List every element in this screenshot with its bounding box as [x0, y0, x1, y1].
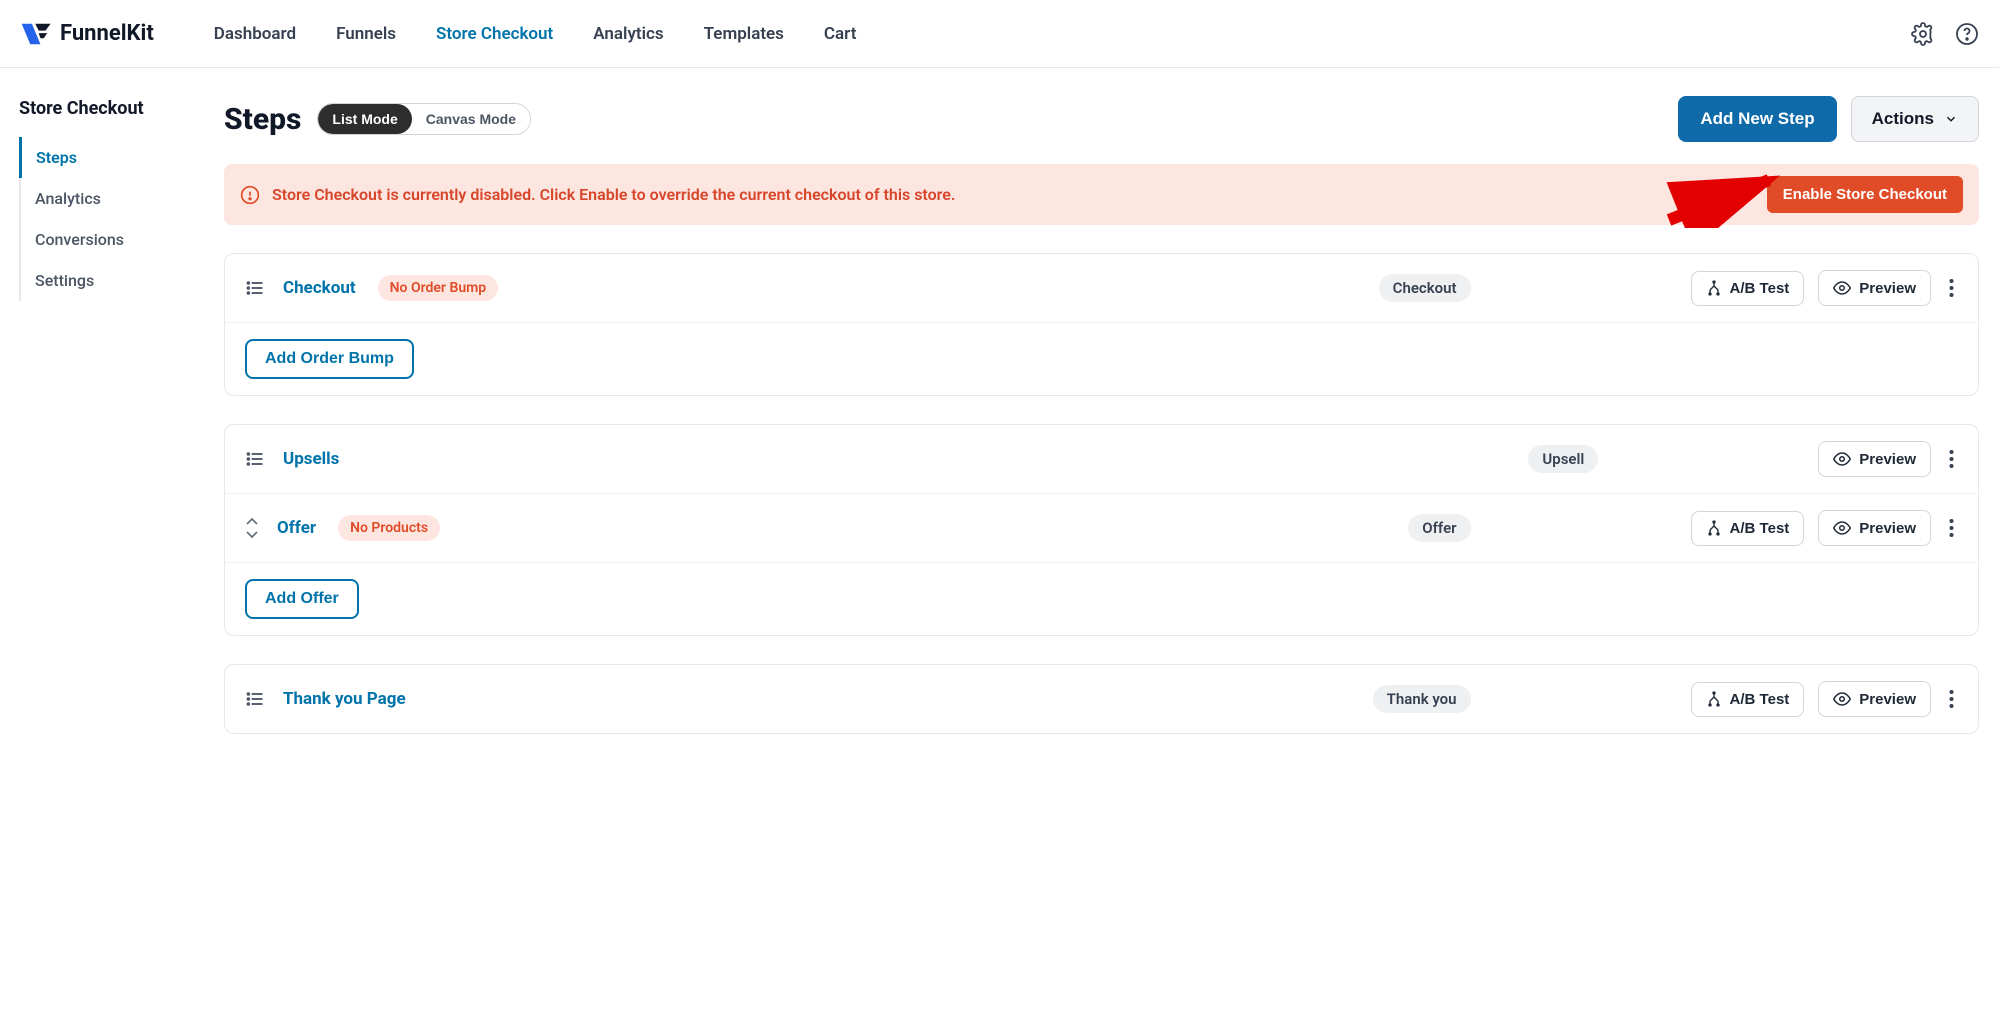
info-warning-icon	[240, 185, 260, 205]
add-order-bump-button[interactable]: Add Order Bump	[245, 339, 414, 379]
sidebar-item-settings[interactable]: Settings	[21, 260, 210, 301]
nav-item-store-checkout[interactable]: Store Checkout	[436, 24, 553, 44]
eye-icon	[1833, 690, 1851, 708]
step-card: Checkout No Order Bump Checkout A/B Test Pre…	[224, 253, 1979, 396]
page-title: Steps	[224, 102, 301, 137]
row-actions: A/B Test Preview	[1691, 270, 1958, 306]
row-actions: A/B Test Preview	[1691, 510, 1958, 546]
step-type-badge: Checkout	[1379, 274, 1471, 302]
warning-badge: No Order Bump	[378, 275, 499, 301]
alert-text: Store Checkout is currently disabled. Cl…	[272, 185, 955, 204]
more-menu-icon[interactable]	[1945, 518, 1958, 538]
eye-icon	[1833, 450, 1851, 468]
nav-item-funnels[interactable]: Funnels	[336, 24, 396, 44]
chevron-down-icon	[1944, 112, 1958, 126]
sidebar-items: StepsAnalyticsConversionsSettings	[19, 137, 210, 301]
step-row: Offer No Products Offer A/B Test Preview	[225, 494, 1978, 563]
main-content: Steps List Mode Canvas Mode Add New Step…	[210, 68, 1999, 802]
drag-handle-icon[interactable]	[245, 689, 265, 709]
ab-test-icon	[1706, 520, 1722, 536]
add-offer-button[interactable]: Add Offer	[245, 579, 359, 619]
sidebar-item-analytics[interactable]: Analytics	[21, 178, 210, 219]
step-row: Thank you Page Thank you A/B Test Preview	[225, 665, 1978, 733]
step-row: Checkout No Order Bump Checkout A/B Test Pre…	[225, 254, 1978, 323]
nav-item-analytics[interactable]: Analytics	[593, 24, 663, 44]
step-name-link[interactable]: Offer	[277, 518, 316, 538]
row-actions: A/B Test Preview	[1691, 681, 1958, 717]
step-type-badge: Offer	[1408, 514, 1470, 542]
step-type-badge: Thank you	[1373, 685, 1471, 713]
eye-icon	[1833, 279, 1851, 297]
card-footer: Add Offer	[225, 563, 1978, 635]
add-new-step-button[interactable]: Add New Step	[1678, 96, 1836, 142]
row-actions: Preview	[1818, 441, 1958, 477]
settings-gear-icon[interactable]	[1911, 22, 1935, 46]
step-name-link[interactable]: Thank you Page	[283, 689, 406, 709]
drag-handle-icon[interactable]	[245, 449, 265, 469]
reorder-handle-icon[interactable]	[245, 517, 259, 539]
preview-button[interactable]: Preview	[1818, 270, 1931, 306]
nav-item-cart[interactable]: Cart	[824, 24, 857, 44]
sidebar-item-conversions[interactable]: Conversions	[21, 219, 210, 260]
step-row: Upsells Upsell Preview	[225, 425, 1978, 494]
step-name-link[interactable]: Checkout	[283, 278, 356, 298]
page-header: Steps List Mode Canvas Mode Add New Step…	[224, 96, 1979, 142]
sidebar: Store Checkout StepsAnalyticsConversions…	[0, 68, 210, 802]
preview-button[interactable]: Preview	[1818, 681, 1931, 717]
actions-label: Actions	[1872, 109, 1934, 129]
funnelkit-logo-icon	[20, 20, 54, 48]
list-mode-button[interactable]: List Mode	[318, 104, 411, 134]
more-menu-icon[interactable]	[1945, 278, 1958, 298]
drag-handle-icon[interactable]	[245, 278, 265, 298]
brand-logo: FunnelKit	[20, 20, 154, 48]
brand-name: FunnelKit	[60, 21, 154, 46]
more-menu-icon[interactable]	[1945, 449, 1958, 469]
ab-test-button[interactable]: A/B Test	[1691, 682, 1805, 717]
step-name-link[interactable]: Upsells	[283, 449, 339, 469]
actions-dropdown-button[interactable]: Actions	[1851, 96, 1979, 142]
enable-store-checkout-button[interactable]: Enable Store Checkout	[1767, 176, 1963, 213]
ab-test-button[interactable]: A/B Test	[1691, 271, 1805, 306]
nav-item-templates[interactable]: Templates	[704, 24, 784, 44]
annotation-arrow-icon	[1661, 168, 1781, 228]
ab-test-icon	[1706, 691, 1722, 707]
step-card: UpsellsUpsellPreviewOfferNo ProductsOffe…	[224, 424, 1979, 636]
preview-button[interactable]: Preview	[1818, 510, 1931, 546]
nav-items: Dashboard Funnels Store Checkout Analytics T…	[214, 24, 857, 44]
card-footer: Add Order Bump	[225, 323, 1978, 395]
eye-icon	[1833, 519, 1851, 537]
disabled-alert: Store Checkout is currently disabled. Cl…	[224, 164, 1979, 225]
more-menu-icon[interactable]	[1945, 689, 1958, 709]
step-card: Thank you Page Thank you A/B Test Preview	[224, 664, 1979, 734]
top-nav: FunnelKit Dashboard Funnels Store Checkout…	[0, 0, 1999, 68]
nav-item-dashboard[interactable]: Dashboard	[214, 24, 296, 44]
help-icon[interactable]	[1955, 22, 1979, 46]
warning-badge: No Products	[338, 515, 440, 541]
ab-test-icon	[1706, 280, 1722, 296]
sidebar-title: Store Checkout	[1, 98, 210, 137]
preview-button[interactable]: Preview	[1818, 441, 1931, 477]
sidebar-item-steps[interactable]: Steps	[19, 137, 210, 178]
view-mode-toggle: List Mode Canvas Mode	[317, 103, 531, 135]
canvas-mode-button[interactable]: Canvas Mode	[412, 104, 530, 134]
nav-right	[1911, 22, 1979, 46]
step-type-badge: Upsell	[1528, 445, 1598, 473]
ab-test-button[interactable]: A/B Test	[1691, 511, 1805, 546]
